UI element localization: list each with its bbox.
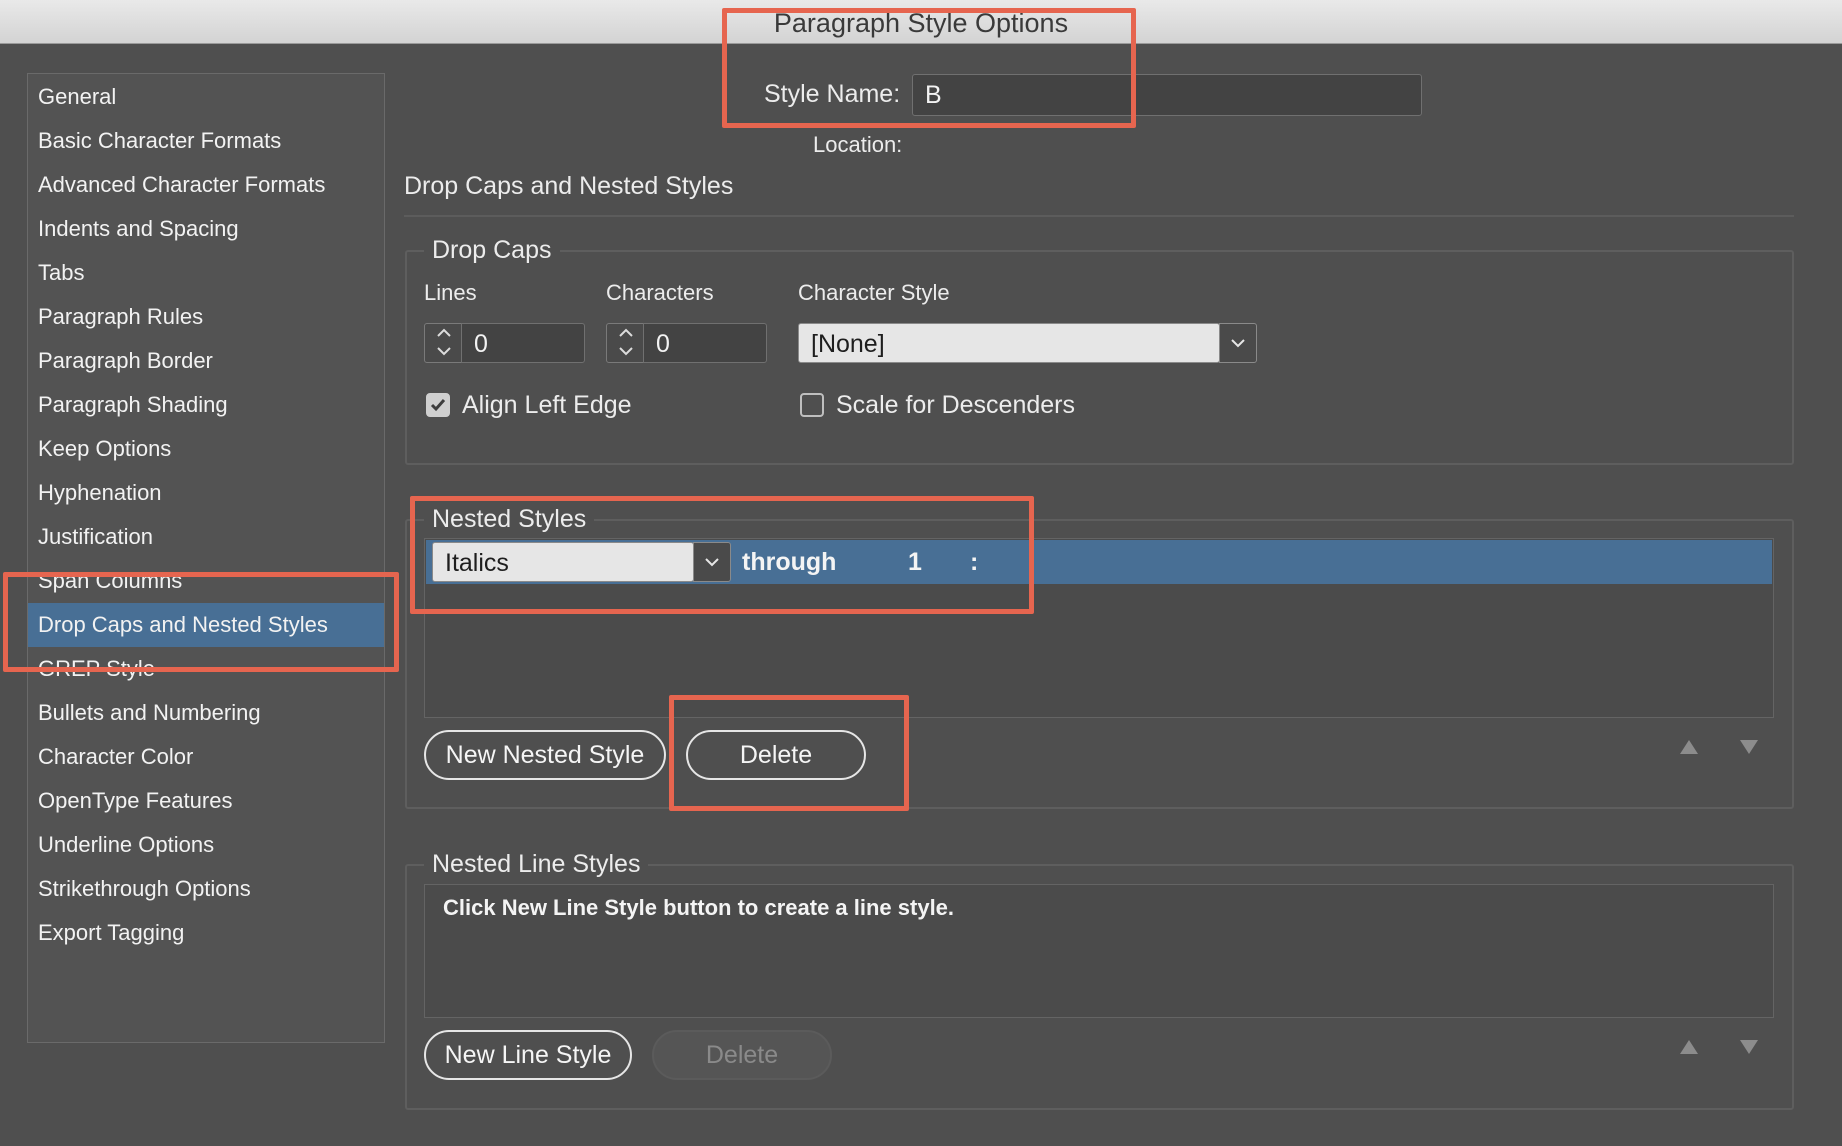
character-style-dropdown[interactable]: [None] bbox=[798, 323, 1220, 363]
sidebar-item-underline-options[interactable]: Underline Options bbox=[28, 823, 384, 867]
sidebar-item-tabs[interactable]: Tabs bbox=[28, 251, 384, 295]
character-style-dropdown-button[interactable] bbox=[1219, 323, 1257, 363]
sidebar-item-general[interactable]: General bbox=[28, 75, 384, 119]
sidebar-item-hyphenation[interactable]: Hyphenation bbox=[28, 471, 384, 515]
sidebar-item-span-columns[interactable]: Span Columns bbox=[28, 559, 384, 603]
section-divider bbox=[404, 215, 1794, 217]
sidebar-item-character-color[interactable]: Character Color bbox=[28, 735, 384, 779]
category-list: General Basic Character Formats Advanced… bbox=[27, 73, 385, 1043]
sidebar-item-bullets-and-numbering[interactable]: Bullets and Numbering bbox=[28, 691, 384, 735]
move-down-icon[interactable] bbox=[1738, 738, 1760, 756]
sidebar-item-strikethrough-options[interactable]: Strikethrough Options bbox=[28, 867, 384, 911]
lines-input[interactable]: 0 bbox=[461, 323, 585, 363]
sidebar-item-keep-options[interactable]: Keep Options bbox=[28, 427, 384, 471]
align-left-edge-checkbox[interactable] bbox=[426, 393, 450, 417]
sidebar-item-basic-character-formats[interactable]: Basic Character Formats bbox=[28, 119, 384, 163]
new-nested-style-button[interactable]: New Nested Style bbox=[424, 730, 666, 780]
window-title: Paragraph Style Options bbox=[773, 8, 1069, 38]
sidebar-item-justification[interactable]: Justification bbox=[28, 515, 384, 559]
sidebar-item-opentype-features[interactable]: OpenType Features bbox=[28, 779, 384, 823]
move-down-icon bbox=[1740, 1040, 1758, 1054]
sidebar-item-paragraph-rules[interactable]: Paragraph Rules bbox=[28, 295, 384, 339]
stepper-arrows-icon bbox=[437, 328, 451, 356]
move-up-icon bbox=[1680, 1040, 1698, 1054]
lines-stepper[interactable] bbox=[424, 323, 462, 363]
delete-line-style-button: Delete bbox=[652, 1030, 832, 1080]
sidebar-item-grep-style[interactable]: GREP Style bbox=[28, 647, 384, 691]
location-label: Location: bbox=[813, 132, 903, 157]
sidebar-item-advanced-character-formats[interactable]: Advanced Character Formats bbox=[28, 163, 384, 207]
delete-nested-style-button[interactable]: Delete bbox=[686, 730, 866, 780]
nested-style-name-dropdown[interactable]: Italics bbox=[432, 542, 694, 582]
align-left-edge-label: Align Left Edge bbox=[462, 391, 632, 419]
scale-for-descenders-checkbox[interactable] bbox=[800, 393, 824, 417]
characters-input[interactable]: 0 bbox=[643, 323, 767, 363]
sidebar-item-paragraph-border[interactable]: Paragraph Border bbox=[28, 339, 384, 383]
lines-label: Lines bbox=[424, 280, 477, 305]
nested-styles-legend: Nested Styles bbox=[424, 505, 595, 534]
sidebar-item-export-tagging[interactable]: Export Tagging bbox=[28, 911, 384, 955]
sidebar-item-paragraph-shading[interactable]: Paragraph Shading bbox=[28, 383, 384, 427]
new-line-style-button[interactable]: New Line Style bbox=[424, 1030, 632, 1080]
title-bar: Paragraph Style Options bbox=[0, 0, 1842, 44]
stepper-arrows-icon bbox=[619, 328, 633, 356]
nested-style-count[interactable]: 1 bbox=[908, 548, 922, 577]
character-style-label: Character Style bbox=[798, 280, 950, 305]
move-up-icon[interactable] bbox=[1678, 738, 1700, 756]
sidebar-item-drop-caps-and-nested-styles[interactable]: Drop Caps and Nested Styles bbox=[28, 603, 384, 647]
nested-style-dropdown-button[interactable] bbox=[693, 542, 731, 582]
characters-label: Characters bbox=[606, 280, 714, 305]
chevron-down-icon bbox=[705, 558, 719, 567]
characters-stepper[interactable] bbox=[606, 323, 644, 363]
checkmark-icon bbox=[430, 399, 446, 412]
section-title: Drop Caps and Nested Styles bbox=[404, 172, 734, 200]
nested-style-mode[interactable]: through bbox=[742, 548, 836, 577]
nested-style-delimiter[interactable]: : bbox=[970, 548, 978, 577]
sidebar-item-indents-and-spacing[interactable]: Indents and Spacing bbox=[28, 207, 384, 251]
style-name-input[interactable]: B bbox=[912, 74, 1422, 116]
nested-line-styles-legend: Nested Line Styles bbox=[424, 850, 649, 879]
line-styles-empty-message: Click New Line Style button to create a … bbox=[443, 895, 955, 920]
chevron-down-icon bbox=[1231, 339, 1245, 348]
scale-for-descenders-label: Scale for Descenders bbox=[836, 391, 1076, 419]
style-name-label: Style Name: bbox=[764, 80, 901, 108]
drop-caps-legend: Drop Caps bbox=[424, 236, 560, 265]
